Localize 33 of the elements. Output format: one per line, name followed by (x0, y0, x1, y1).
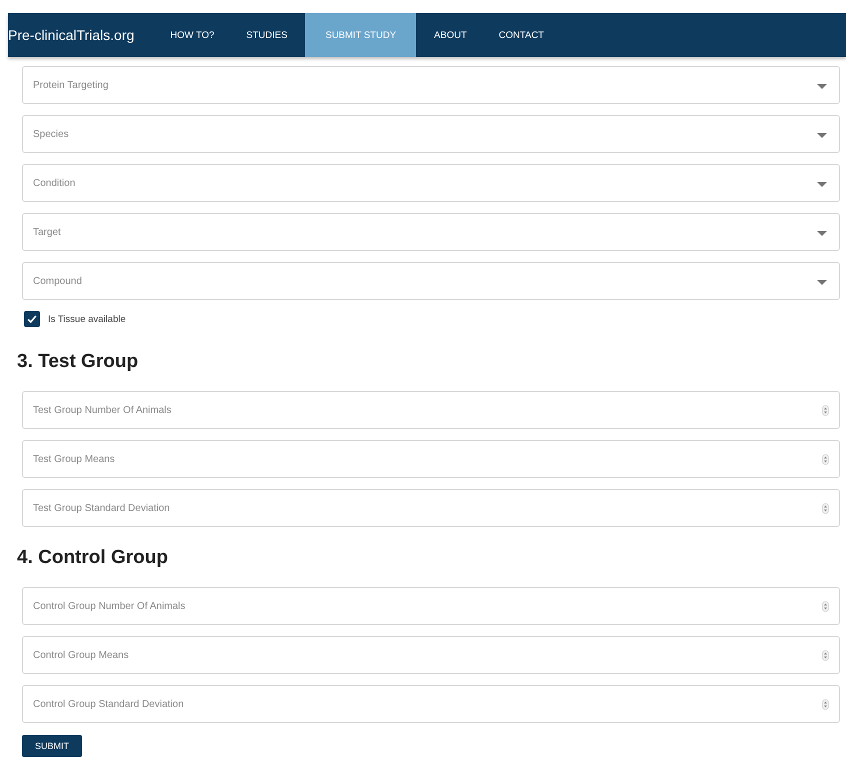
section-heading: 3. Test Group (17, 351, 140, 373)
checkbox-label: Is Tissue available (48, 314, 126, 324)
checkbox[interactable] (24, 311, 40, 327)
site-logo-link[interactable]: Pre-clinicalTrials.org (8, 13, 154, 57)
select-field[interactable]: Species (22, 115, 840, 153)
dropdown-caret-icon (817, 182, 827, 187)
nav-tab[interactable]: ABOUT (418, 13, 483, 57)
number-input-field[interactable]: Control Group Standard Deviation (22, 685, 840, 723)
select-field[interactable]: Target (22, 213, 840, 251)
spinner-icon (822, 454, 829, 464)
number-input-field[interactable]: Test Group Standard Deviation (22, 489, 840, 527)
spinner-icon (822, 600, 829, 612)
spinner-icon (822, 404, 829, 416)
spinner-icon (822, 650, 829, 660)
section-heading: 4. Control Group (17, 547, 169, 569)
select-field[interactable]: Protein Targeting (22, 66, 840, 104)
number-input-field[interactable]: Test Group Means (22, 440, 840, 478)
submit-button[interactable]: SUBMIT (22, 735, 82, 757)
nav-tab[interactable]: STUDIES (230, 13, 304, 57)
dropdown-caret-icon (817, 84, 827, 89)
select-field[interactable]: Compound (22, 262, 840, 300)
dropdown-caret-icon (817, 280, 827, 285)
number-input-field[interactable]: Test Group Number Of Animals (22, 391, 840, 429)
number-input-field[interactable]: Control Group Means (22, 636, 840, 674)
nav-tab[interactable]: CONTACT (482, 13, 560, 57)
select-field[interactable]: Condition (22, 164, 840, 202)
nav-tab[interactable]: HOW TO? (154, 13, 230, 57)
dropdown-caret-icon (817, 133, 827, 138)
nav-tab[interactable]: SUBMIT STUDY (305, 13, 416, 57)
spinner-icon (822, 502, 829, 514)
number-input-field[interactable]: Control Group Number Of Animals (22, 587, 840, 625)
spinner-icon (822, 698, 829, 710)
dropdown-caret-icon (817, 231, 827, 236)
